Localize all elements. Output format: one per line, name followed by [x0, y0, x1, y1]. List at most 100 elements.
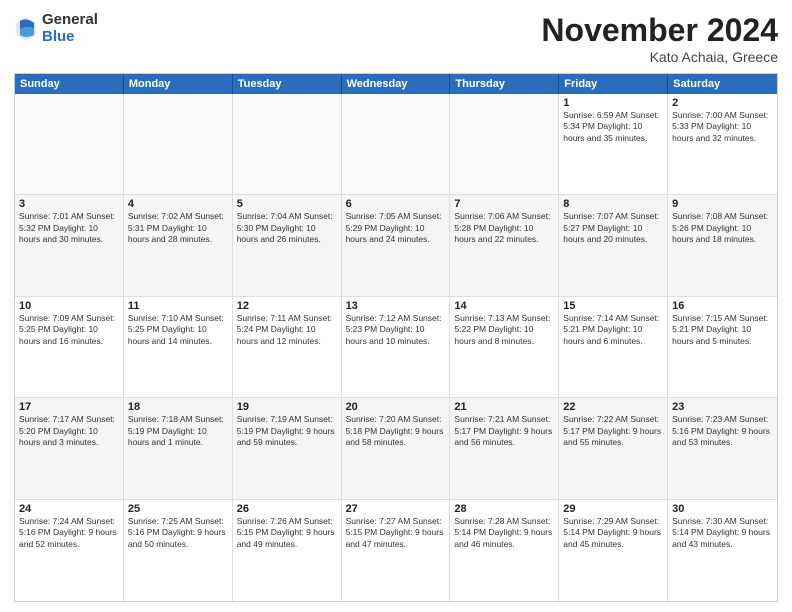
- cal-week-1: 3Sunrise: 7:01 AM Sunset: 5:32 PM Daylig…: [15, 195, 777, 296]
- cell-content: Sunrise: 7:22 AM Sunset: 5:17 PM Dayligh…: [563, 414, 663, 448]
- header-sunday: Sunday: [15, 74, 124, 94]
- cell-content: Sunrise: 7:23 AM Sunset: 5:16 PM Dayligh…: [672, 414, 773, 448]
- cal-cell-3-5: 22Sunrise: 7:22 AM Sunset: 5:17 PM Dayli…: [559, 398, 668, 498]
- cell-content: Sunrise: 7:12 AM Sunset: 5:23 PM Dayligh…: [346, 313, 446, 347]
- cal-cell-2-1: 11Sunrise: 7:10 AM Sunset: 5:25 PM Dayli…: [124, 297, 233, 397]
- cal-week-4: 24Sunrise: 7:24 AM Sunset: 5:16 PM Dayli…: [15, 500, 777, 601]
- day-number: 28: [454, 503, 554, 515]
- cell-content: Sunrise: 7:21 AM Sunset: 5:17 PM Dayligh…: [454, 414, 554, 448]
- cell-content: Sunrise: 7:19 AM Sunset: 5:19 PM Dayligh…: [237, 414, 337, 448]
- cal-cell-2-6: 16Sunrise: 7:15 AM Sunset: 5:21 PM Dayli…: [668, 297, 777, 397]
- calendar: Sunday Monday Tuesday Wednesday Thursday…: [14, 73, 778, 602]
- cell-content: Sunrise: 7:30 AM Sunset: 5:14 PM Dayligh…: [672, 516, 773, 550]
- day-number: 30: [672, 503, 773, 515]
- cal-cell-2-3: 13Sunrise: 7:12 AM Sunset: 5:23 PM Dayli…: [342, 297, 451, 397]
- day-number: 5: [237, 198, 337, 210]
- cal-cell-2-2: 12Sunrise: 7:11 AM Sunset: 5:24 PM Dayli…: [233, 297, 342, 397]
- day-number: 12: [237, 300, 337, 312]
- cell-content: Sunrise: 7:18 AM Sunset: 5:19 PM Dayligh…: [128, 414, 228, 448]
- cal-cell-2-4: 14Sunrise: 7:13 AM Sunset: 5:22 PM Dayli…: [450, 297, 559, 397]
- cell-content: Sunrise: 7:00 AM Sunset: 5:33 PM Dayligh…: [672, 110, 773, 144]
- cal-cell-3-6: 23Sunrise: 7:23 AM Sunset: 5:16 PM Dayli…: [668, 398, 777, 498]
- cal-week-3: 17Sunrise: 7:17 AM Sunset: 5:20 PM Dayli…: [15, 398, 777, 499]
- calendar-body: 1Sunrise: 6:59 AM Sunset: 5:34 PM Daylig…: [15, 94, 777, 601]
- logo-general-text: General: [42, 12, 98, 29]
- cal-cell-1-1: 4Sunrise: 7:02 AM Sunset: 5:31 PM Daylig…: [124, 195, 233, 295]
- cal-cell-3-0: 17Sunrise: 7:17 AM Sunset: 5:20 PM Dayli…: [15, 398, 124, 498]
- cal-cell-4-4: 28Sunrise: 7:28 AM Sunset: 5:14 PM Dayli…: [450, 500, 559, 601]
- day-number: 29: [563, 503, 663, 515]
- cell-content: Sunrise: 6:59 AM Sunset: 5:34 PM Dayligh…: [563, 110, 663, 144]
- cal-cell-4-3: 27Sunrise: 7:27 AM Sunset: 5:15 PM Dayli…: [342, 500, 451, 601]
- day-number: 4: [128, 198, 228, 210]
- cell-content: Sunrise: 7:14 AM Sunset: 5:21 PM Dayligh…: [563, 313, 663, 347]
- cell-content: Sunrise: 7:01 AM Sunset: 5:32 PM Dayligh…: [19, 211, 119, 245]
- cal-cell-2-0: 10Sunrise: 7:09 AM Sunset: 5:25 PM Dayli…: [15, 297, 124, 397]
- day-number: 15: [563, 300, 663, 312]
- cal-cell-1-2: 5Sunrise: 7:04 AM Sunset: 5:30 PM Daylig…: [233, 195, 342, 295]
- title-area: November 2024 Kato Achaia, Greece: [541, 12, 778, 65]
- day-number: 22: [563, 401, 663, 413]
- day-number: 17: [19, 401, 119, 413]
- cal-week-2: 10Sunrise: 7:09 AM Sunset: 5:25 PM Dayli…: [15, 297, 777, 398]
- cal-cell-0-6: 2Sunrise: 7:00 AM Sunset: 5:33 PM Daylig…: [668, 94, 777, 194]
- cell-content: Sunrise: 7:10 AM Sunset: 5:25 PM Dayligh…: [128, 313, 228, 347]
- day-number: 11: [128, 300, 228, 312]
- cal-cell-0-2: [233, 94, 342, 194]
- logo: General Blue: [14, 12, 98, 45]
- cal-cell-3-4: 21Sunrise: 7:21 AM Sunset: 5:17 PM Dayli…: [450, 398, 559, 498]
- cell-content: Sunrise: 7:27 AM Sunset: 5:15 PM Dayligh…: [346, 516, 446, 550]
- header-tuesday: Tuesday: [233, 74, 342, 94]
- cal-cell-1-4: 7Sunrise: 7:06 AM Sunset: 5:28 PM Daylig…: [450, 195, 559, 295]
- header-friday: Friday: [559, 74, 668, 94]
- cell-content: Sunrise: 7:09 AM Sunset: 5:25 PM Dayligh…: [19, 313, 119, 347]
- location: Kato Achaia, Greece: [541, 49, 778, 65]
- cal-cell-2-5: 15Sunrise: 7:14 AM Sunset: 5:21 PM Dayli…: [559, 297, 668, 397]
- day-number: 16: [672, 300, 773, 312]
- cell-content: Sunrise: 7:08 AM Sunset: 5:26 PM Dayligh…: [672, 211, 773, 245]
- cell-content: Sunrise: 7:28 AM Sunset: 5:14 PM Dayligh…: [454, 516, 554, 550]
- cal-cell-4-5: 29Sunrise: 7:29 AM Sunset: 5:14 PM Dayli…: [559, 500, 668, 601]
- day-number: 6: [346, 198, 446, 210]
- header-wednesday: Wednesday: [342, 74, 451, 94]
- header: General Blue November 2024 Kato Achaia, …: [14, 12, 778, 65]
- cal-cell-3-3: 20Sunrise: 7:20 AM Sunset: 5:18 PM Dayli…: [342, 398, 451, 498]
- cal-cell-0-1: [124, 94, 233, 194]
- cell-content: Sunrise: 7:26 AM Sunset: 5:15 PM Dayligh…: [237, 516, 337, 550]
- cell-content: Sunrise: 7:17 AM Sunset: 5:20 PM Dayligh…: [19, 414, 119, 448]
- cal-cell-0-3: [342, 94, 451, 194]
- cell-content: Sunrise: 7:25 AM Sunset: 5:16 PM Dayligh…: [128, 516, 228, 550]
- cell-content: Sunrise: 7:04 AM Sunset: 5:30 PM Dayligh…: [237, 211, 337, 245]
- cal-cell-4-2: 26Sunrise: 7:26 AM Sunset: 5:15 PM Dayli…: [233, 500, 342, 601]
- header-saturday: Saturday: [668, 74, 777, 94]
- cell-content: Sunrise: 7:05 AM Sunset: 5:29 PM Dayligh…: [346, 211, 446, 245]
- cell-content: Sunrise: 7:29 AM Sunset: 5:14 PM Dayligh…: [563, 516, 663, 550]
- cell-content: Sunrise: 7:15 AM Sunset: 5:21 PM Dayligh…: [672, 313, 773, 347]
- day-number: 25: [128, 503, 228, 515]
- day-number: 26: [237, 503, 337, 515]
- month-title: November 2024: [541, 12, 778, 49]
- day-number: 27: [346, 503, 446, 515]
- day-number: 9: [672, 198, 773, 210]
- day-number: 2: [672, 97, 773, 109]
- cal-cell-1-6: 9Sunrise: 7:08 AM Sunset: 5:26 PM Daylig…: [668, 195, 777, 295]
- day-number: 20: [346, 401, 446, 413]
- logo-text: General Blue: [42, 12, 98, 45]
- day-number: 24: [19, 503, 119, 515]
- cal-cell-0-5: 1Sunrise: 6:59 AM Sunset: 5:34 PM Daylig…: [559, 94, 668, 194]
- day-number: 14: [454, 300, 554, 312]
- cell-content: Sunrise: 7:24 AM Sunset: 5:16 PM Dayligh…: [19, 516, 119, 550]
- day-number: 13: [346, 300, 446, 312]
- cell-content: Sunrise: 7:13 AM Sunset: 5:22 PM Dayligh…: [454, 313, 554, 347]
- logo-icon: [14, 15, 38, 43]
- cell-content: Sunrise: 7:20 AM Sunset: 5:18 PM Dayligh…: [346, 414, 446, 448]
- day-number: 8: [563, 198, 663, 210]
- calendar-header: Sunday Monday Tuesday Wednesday Thursday…: [15, 74, 777, 94]
- day-number: 1: [563, 97, 663, 109]
- cell-content: Sunrise: 7:11 AM Sunset: 5:24 PM Dayligh…: [237, 313, 337, 347]
- cal-cell-1-0: 3Sunrise: 7:01 AM Sunset: 5:32 PM Daylig…: [15, 195, 124, 295]
- day-number: 7: [454, 198, 554, 210]
- day-number: 19: [237, 401, 337, 413]
- cal-cell-3-2: 19Sunrise: 7:19 AM Sunset: 5:19 PM Dayli…: [233, 398, 342, 498]
- logo-blue-text: Blue: [42, 29, 98, 46]
